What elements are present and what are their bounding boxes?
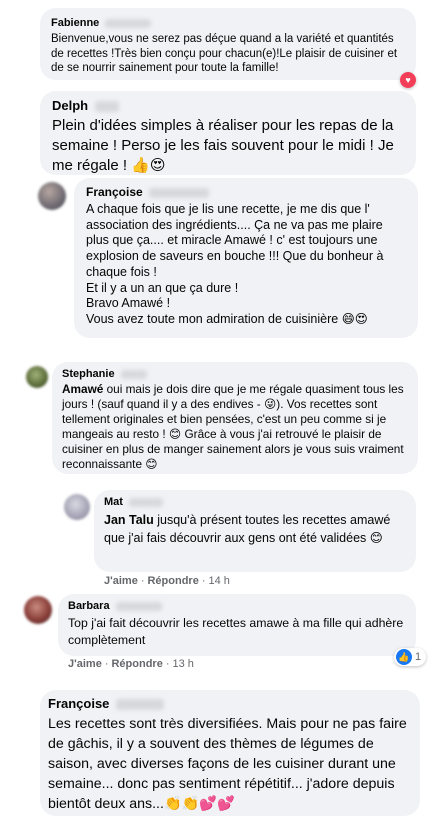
comment-author[interactable]: Barbara [68, 600, 110, 612]
reaction-count-label: 1 [415, 651, 422, 663]
comment-bubble: Mat Jan Talu jusqu'à présent toutes les … [94, 490, 416, 572]
comment-text: Jan Talu jusqu'à présent toutes les rece… [104, 511, 406, 547]
avatar[interactable] [64, 494, 90, 520]
comment-author[interactable]: Françoise [86, 185, 143, 199]
like-button[interactable]: J'aime [68, 658, 102, 670]
comment-actions: J'aime · Répondre · 13 h [68, 658, 194, 670]
avatar[interactable] [26, 366, 48, 388]
blurred-surname [149, 187, 210, 198]
reaction-badge[interactable]: ♥ [400, 72, 416, 88]
like-button[interactable]: J'aime [104, 575, 138, 587]
like-reaction-icon: 👍 [396, 649, 412, 665]
blurred-surname [105, 18, 152, 28]
avatar[interactable] [38, 182, 66, 210]
mention-link[interactable]: Amawé [62, 382, 103, 396]
reaction-count[interactable]: 👍 1 [394, 648, 427, 666]
blurred-surname [115, 601, 162, 611]
comment-author[interactable]: Mat [104, 496, 123, 508]
comment-bubble: Barbara Top j'ai fait découvrir les rece… [58, 594, 416, 656]
comment-timestamp[interactable]: 14 h [209, 575, 230, 587]
heart-reaction-icon: ♥ [400, 72, 416, 88]
comment-text: A chaque fois que je lis une recette, je… [86, 202, 384, 326]
comment-text: Les recettes sont très diversifiées. Mai… [48, 716, 407, 812]
comment-text: Bienvenue,vous ne serez pas déçue quand … [51, 33, 398, 74]
comment-text-content: oui mais je dois dire que je me régale q… [62, 382, 404, 471]
comment-text: Top j'ai fait découvrir les recettes ama… [68, 616, 404, 647]
comment-author[interactable]: Stephanie [62, 368, 115, 380]
comment-author[interactable]: Françoise [48, 696, 109, 711]
comment-text: Amawé oui mais je dois dire que je me ré… [62, 382, 408, 472]
blurred-surname [129, 497, 164, 507]
comment-author[interactable]: Delph [52, 98, 88, 113]
comment-timestamp[interactable]: 13 h [173, 658, 194, 670]
comment-bubble: Stephanie Amawé oui mais je dois dire qu… [52, 362, 418, 474]
reply-button[interactable]: Répondre [147, 575, 198, 587]
avatar[interactable] [24, 596, 52, 624]
comment-author[interactable]: Fabienne [51, 17, 99, 29]
mention-link[interactable]: Jan Talu [104, 513, 154, 527]
comment-actions: J'aime · Répondre · 14 h [104, 575, 230, 587]
blurred-surname [94, 101, 119, 113]
comment-bubble: Delph Plein d'idées simples à réaliser p… [40, 91, 416, 175]
comment-text: Plein d'idées simples à réaliser pour le… [52, 117, 394, 174]
blurred-surname [120, 369, 147, 379]
comment-bubble: Fabienne Bienvenue,vous ne serez pas déç… [40, 8, 416, 80]
blurred-surname [116, 699, 165, 711]
reply-button[interactable]: Répondre [111, 658, 162, 670]
comment-bubble: Françoise A chaque fois que je lis une r… [74, 178, 418, 338]
comment-bubble: Françoise Les recettes sont très diversi… [40, 690, 420, 816]
